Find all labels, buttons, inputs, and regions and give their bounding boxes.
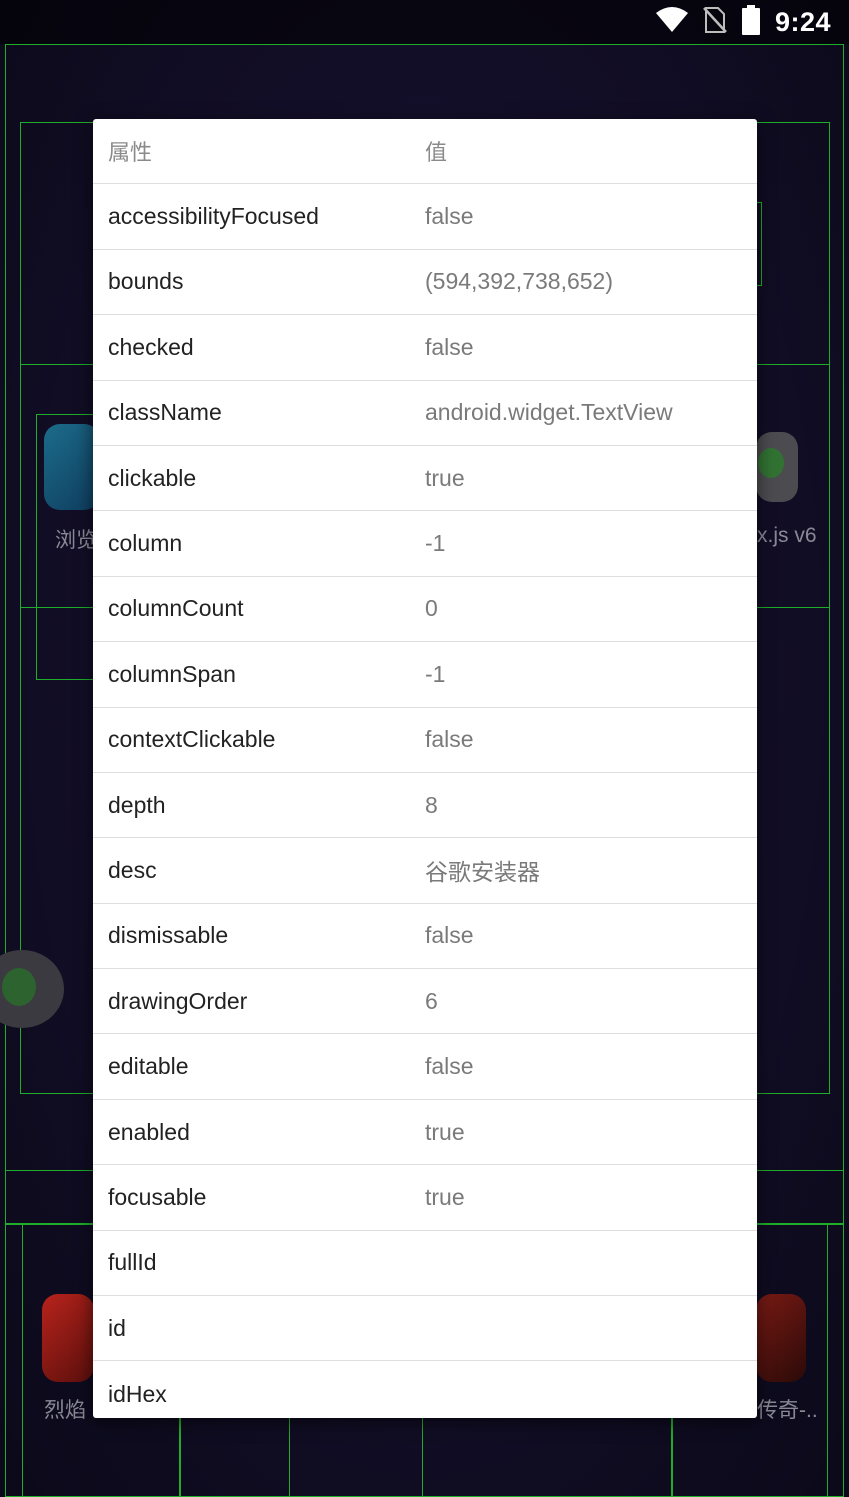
properties-dialog: 属性 值 accessibilityFocused false bounds (594… <box>93 119 757 1418</box>
property-value: -1 <box>425 660 446 687</box>
table-row[interactable]: bounds (594,392,738,652) <box>93 250 757 316</box>
table-row[interactable]: dismissable false <box>93 904 757 970</box>
browser-app-icon[interactable] <box>44 424 100 510</box>
property-value: false <box>425 333 474 360</box>
property-name: column <box>108 530 183 557</box>
table-row[interactable]: clickable true <box>93 446 757 512</box>
no-sim-icon <box>703 6 727 39</box>
screen: 浏览 x.js v6 烈焰 传奇-.. 9:24 属性 值 accessibil… <box>0 0 849 1497</box>
property-name: id <box>108 1314 126 1341</box>
property-name: drawingOrder <box>108 987 248 1014</box>
table-row[interactable]: depth 8 <box>93 773 757 839</box>
property-value: (594,392,738,652) <box>425 268 613 295</box>
property-value: 8 <box>425 791 438 818</box>
table-row[interactable]: idHex <box>93 1361 757 1418</box>
table-row[interactable]: desc 谷歌安装器 <box>93 838 757 904</box>
table-row[interactable]: className android.widget.TextView <box>93 381 757 446</box>
wifi-icon <box>655 6 689 38</box>
property-value: true <box>425 1118 465 1145</box>
game-app-icon[interactable] <box>42 1294 94 1382</box>
property-value: false <box>425 922 474 949</box>
property-name: dismissable <box>108 922 229 949</box>
table-row[interactable]: column -1 <box>93 511 757 577</box>
header-key: 属性 <box>108 140 153 166</box>
property-name: clickable <box>108 464 197 491</box>
table-row[interactable]: drawingOrder 6 <box>93 969 757 1035</box>
header-value: 值 <box>425 140 448 166</box>
property-name: columnSpan <box>108 660 236 687</box>
app-label: x.js v6 <box>757 524 817 547</box>
property-value: false <box>425 203 474 230</box>
property-value: 谷歌安装器 <box>425 859 540 886</box>
app-label: 浏览 <box>55 529 97 552</box>
property-value: android.widget.TextView <box>425 399 673 426</box>
app-label: 传奇-.. <box>757 1399 818 1422</box>
status-bar: 9:24 <box>0 0 849 44</box>
property-name: idHex <box>108 1380 167 1407</box>
status-time: 9:24 <box>774 6 831 37</box>
table-row[interactable]: focusable true <box>93 1165 757 1231</box>
property-name: contextClickable <box>108 726 276 753</box>
property-name: desc <box>108 856 157 883</box>
battery-icon <box>741 4 761 40</box>
property-value: -1 <box>425 530 446 557</box>
table-row[interactable]: id <box>93 1296 757 1362</box>
property-name: className <box>108 399 222 426</box>
app-label: 烈焰 <box>44 1399 86 1422</box>
table-row[interactable]: enabled true <box>93 1100 757 1166</box>
table-row[interactable]: editable false <box>93 1034 757 1100</box>
properties-list[interactable]: accessibilityFocused false bounds (594,392,… <box>93 184 757 1418</box>
property-name: editable <box>108 1053 189 1080</box>
property-value: true <box>425 1183 465 1210</box>
property-name: columnCount <box>108 595 244 622</box>
table-row[interactable]: accessibilityFocused false <box>93 184 757 250</box>
autox-app-icon[interactable] <box>756 432 798 502</box>
table-row[interactable]: columnSpan -1 <box>93 642 757 708</box>
property-value: 0 <box>425 595 438 622</box>
property-value: false <box>425 726 474 753</box>
table-row[interactable]: fullId <box>93 1231 757 1297</box>
property-value: false <box>425 1053 474 1080</box>
property-name: enabled <box>108 1118 190 1145</box>
table-header: 属性 值 <box>93 119 757 185</box>
property-value: 6 <box>425 987 438 1014</box>
property-name: depth <box>108 791 166 818</box>
property-name: fullId <box>108 1249 157 1276</box>
property-name: accessibilityFocused <box>108 203 319 230</box>
property-name: bounds <box>108 268 184 295</box>
property-name: checked <box>108 333 194 360</box>
property-name: focusable <box>108 1183 207 1210</box>
table-row[interactable]: columnCount 0 <box>93 577 757 643</box>
property-value: true <box>425 464 465 491</box>
table-row[interactable]: checked false <box>93 315 757 381</box>
game-app-icon[interactable] <box>756 1294 806 1382</box>
table-row[interactable]: contextClickable false <box>93 708 757 773</box>
